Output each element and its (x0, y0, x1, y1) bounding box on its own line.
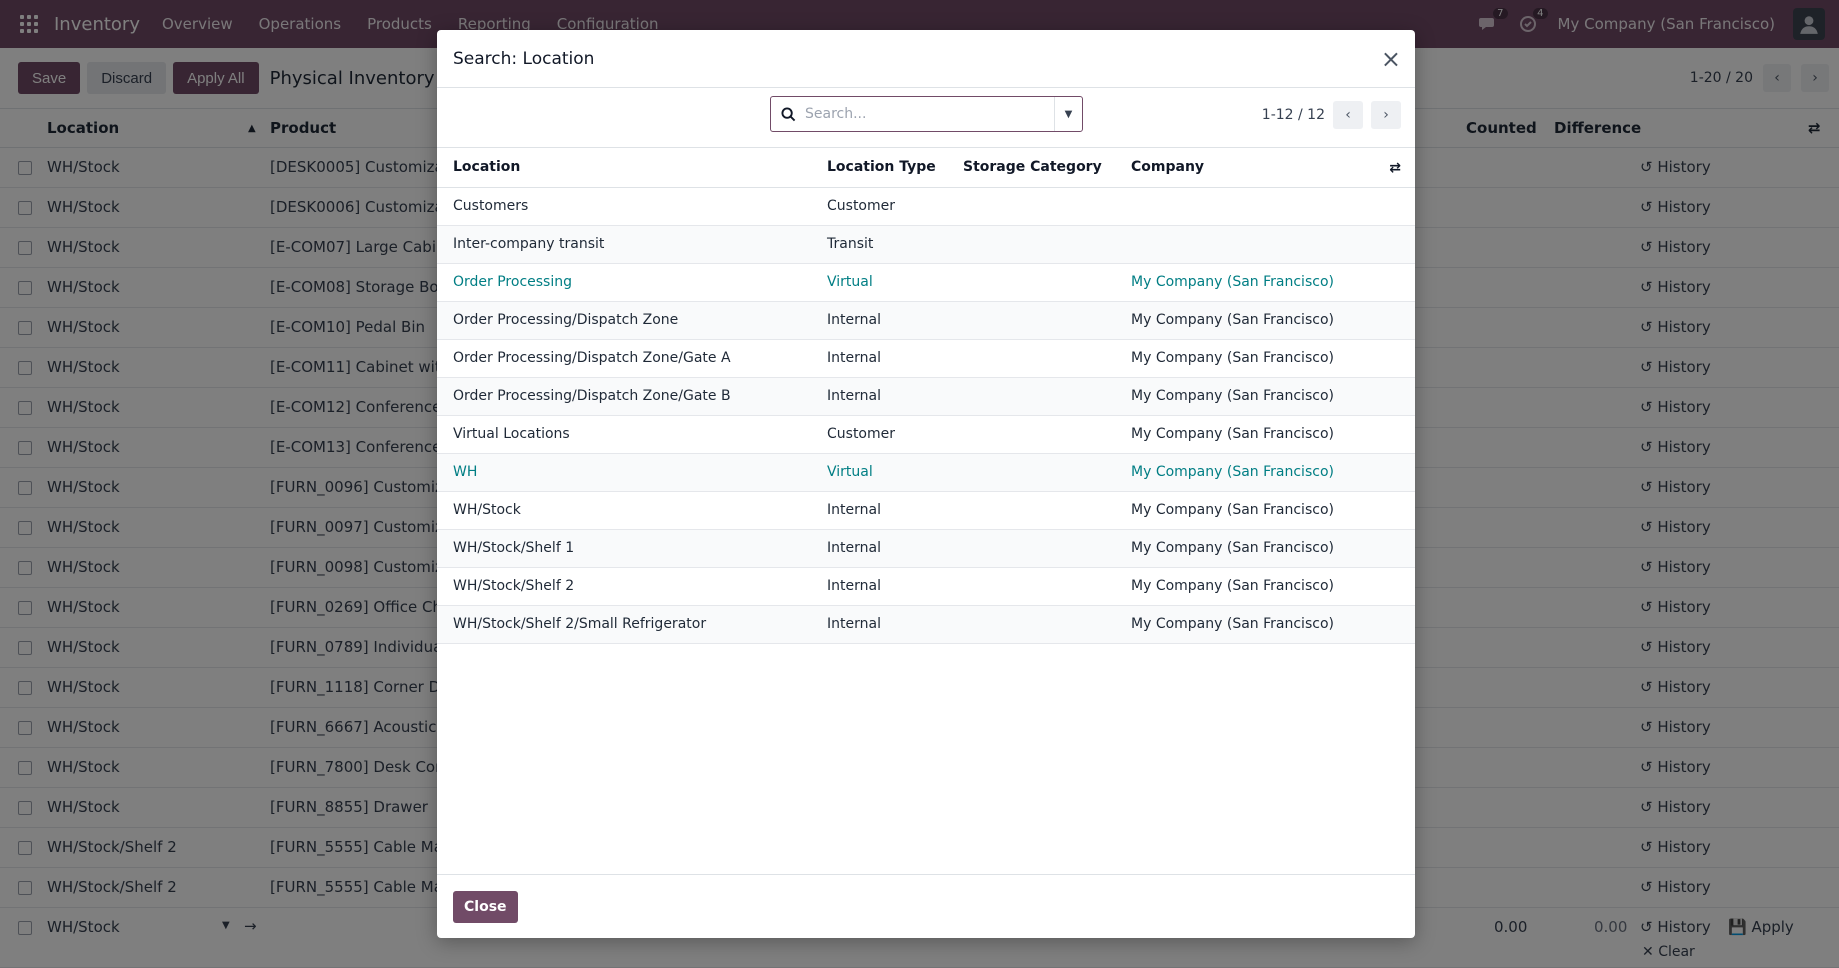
cell-location-type: Internal (827, 540, 881, 556)
header-storage-category[interactable]: Storage Category (963, 159, 1102, 175)
cell-company: My Company (San Francisco) (1131, 540, 1334, 556)
cell-company: My Company (San Francisco) (1131, 426, 1334, 442)
table-row[interactable]: Order Processing/Dispatch Zone/Gate A Int… (437, 340, 1415, 378)
close-icon[interactable]: × (1381, 47, 1401, 71)
table-row[interactable]: WH/Stock/Shelf 1 Internal My Company (San … (437, 530, 1415, 568)
search-bar: ▼ 1-12 / 12 ‹ › (437, 88, 1415, 148)
cell-location-type: Internal (827, 616, 881, 632)
cell-company: My Company (San Francisco) (1131, 312, 1334, 328)
cell-company: My Company (San Francisco) (1131, 616, 1334, 632)
cell-company: My Company (San Francisco) (1131, 464, 1334, 480)
cell-location-type: Internal (827, 578, 881, 594)
cell-location-type: Customer (827, 426, 896, 442)
cell-location[interactable]: Order Processing/Dispatch Zone (453, 312, 678, 328)
cell-location[interactable]: WH/Stock/Shelf 2/Small Refrigerator (453, 616, 706, 632)
modal-header: Search: Location × (437, 30, 1415, 88)
cell-location[interactable]: Virtual Locations (453, 426, 570, 442)
cell-location[interactable]: Order Processing (453, 274, 572, 290)
cell-location[interactable]: WH/Stock/Shelf 1 (453, 540, 574, 556)
cell-location[interactable]: WH/Stock (453, 502, 521, 518)
table-row[interactable]: WH/Stock/Shelf 2/Small Refrigerator Inter… (437, 606, 1415, 644)
table-row[interactable]: Order Processing/Dispatch Zone Internal My… (437, 302, 1415, 340)
table-row[interactable]: WH Virtual My Company (San Francisco) (437, 454, 1415, 492)
column-options-icon[interactable]: ⇄ (1389, 160, 1401, 176)
cell-location-type: Transit (827, 236, 874, 252)
header-location-type[interactable]: Location Type (827, 159, 936, 175)
cell-company: My Company (San Francisco) (1131, 388, 1334, 404)
cell-location-type: Customer (827, 198, 896, 214)
search-location-dialog: Search: Location × ▼ 1-12 / 12 ‹ › Locat… (437, 30, 1415, 938)
modal-footer: Close (437, 874, 1415, 938)
table-row[interactable]: Order Processing Virtual My Company (San F… (437, 264, 1415, 302)
header-company[interactable]: Company (1131, 159, 1204, 175)
cell-location[interactable]: Order Processing/Dispatch Zone/Gate B (453, 388, 731, 404)
cell-company: My Company (San Francisco) (1131, 274, 1334, 290)
table-header: Location Location Type Storage Category … (437, 148, 1415, 188)
table-row[interactable]: Customers Customer (437, 188, 1415, 226)
cell-location-type: Internal (827, 312, 881, 328)
chevron-left-icon[interactable]: ‹ (1333, 101, 1363, 129)
modal-title: Search: Location (453, 48, 595, 69)
location-table: Location Location Type Storage Category … (437, 148, 1415, 644)
cell-location[interactable]: Inter-company transit (453, 236, 604, 252)
cell-location[interactable]: WH/Stock/Shelf 2 (453, 578, 574, 594)
modal-pager-value[interactable]: 1-12 / 12 (1262, 107, 1325, 123)
table-row[interactable]: Virtual Locations Customer My Company (San… (437, 416, 1415, 454)
table-row[interactable]: WH/Stock/Shelf 2 Internal My Company (San … (437, 568, 1415, 606)
cell-location-type: Internal (827, 502, 881, 518)
search-icon (771, 106, 805, 122)
search-input[interactable] (805, 106, 1054, 122)
cell-company: My Company (San Francisco) (1131, 578, 1334, 594)
cell-location-type: Virtual (827, 464, 873, 480)
modal-pager: 1-12 / 12 ‹ › (1262, 101, 1401, 129)
cell-location-type: Virtual (827, 274, 873, 290)
cell-location[interactable]: Order Processing/Dispatch Zone/Gate A (453, 350, 731, 366)
close-button[interactable]: Close (453, 890, 518, 923)
cell-company: My Company (San Francisco) (1131, 350, 1334, 366)
header-location[interactable]: Location (453, 159, 520, 175)
cell-location[interactable]: WH (453, 464, 477, 480)
cell-company: My Company (San Francisco) (1131, 502, 1334, 518)
caret-down-icon[interactable]: ▼ (1054, 97, 1082, 131)
cell-location-type: Internal (827, 388, 881, 404)
cell-location-type: Internal (827, 350, 881, 366)
table-row[interactable]: Inter-company transit Transit (437, 226, 1415, 264)
search-field[interactable]: ▼ (770, 96, 1083, 132)
cell-location[interactable]: Customers (453, 198, 528, 214)
chevron-right-icon[interactable]: › (1371, 101, 1401, 129)
table-row[interactable]: WH/Stock Internal My Company (San Francisc… (437, 492, 1415, 530)
table-row[interactable]: Order Processing/Dispatch Zone/Gate B Int… (437, 378, 1415, 416)
